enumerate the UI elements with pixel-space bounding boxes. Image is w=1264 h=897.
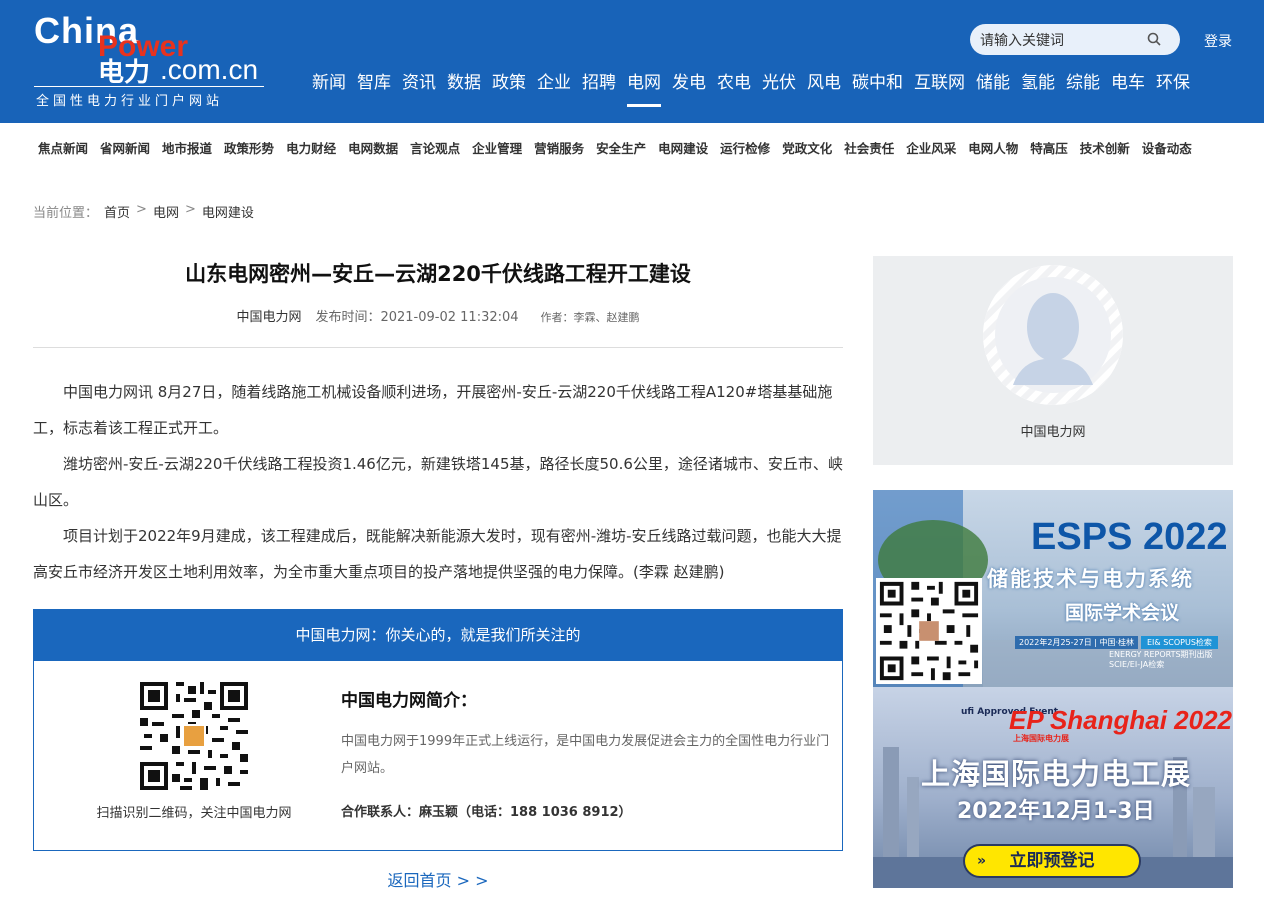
main-nav: 新闻 智库 资讯 数据 政策 企业 招聘 电网 发电 农电 光伏 风电 碳中和 … [312,68,1201,107]
nav-item-enterprise[interactable]: 企业 [537,68,571,98]
subnav-item-innovation[interactable]: 技术创新 [1080,138,1130,157]
nav-item-grid[interactable]: 电网 [627,68,661,107]
promo-box: 中国电力网：你关心的，就是我们所关注的 扫描识别二维码，关注中国电力网 中国电力… [33,609,843,851]
article-time: 发布时间：2021-09-02 11:32:04 [315,310,519,325]
banner-subtitle-2: 国际学术会议 [1065,602,1180,624]
subnav-item-corporate-style[interactable]: 企业风采 [906,138,956,157]
login-link[interactable]: 登录 [1204,31,1232,51]
card-name: 中国电力网 [1020,425,1086,440]
banner-subtitle: 储能技术与电力系统 [987,567,1194,591]
author-card: 中国电力网 [873,256,1233,465]
breadcrumb-section[interactable]: 电网 [153,202,179,221]
nav-item-news[interactable]: 新闻 [312,68,346,98]
ep-shanghai-banner[interactable]: ufi Approved Event EP Shanghai 2022 上海国际… [873,687,1233,888]
article-body: 中国电力网讯 8月27日，随着线路施工机械设备顺利进场，开展密州-安丘-云湖22… [33,374,843,590]
nav-item-internet[interactable]: 互联网 [914,68,965,98]
logo-tagline: 全国性电力行业门户网站 [36,94,224,109]
logo-domain-text: .com.cn [160,54,259,85]
article-title: 山东电网密州—安丘—云湖220千伏线路工程开工建设 [185,262,691,286]
breadcrumb-home[interactable]: 首页 [104,202,130,221]
banner-tag: EI& SCOPUS检索 [1141,636,1218,649]
nav-item-wind[interactable]: 风电 [807,68,841,98]
subnav-item-grid-construction[interactable]: 电网建设 [658,138,708,157]
nav-item-generation[interactable]: 发电 [672,68,706,98]
qr-caption: 扫描识别二维码，关注中国电力网 [96,806,292,821]
subnav-item-social-responsibility[interactable]: 社会责任 [844,138,894,157]
ep-shanghai-logo: EP Shanghai 2022 [1009,705,1233,735]
intro-title: 中国电力网简介： [341,691,477,711]
contact-info: 合作联系人：麻玉颖（电话：188 1036 8912） [341,805,632,820]
nav-item-rural-power[interactable]: 农电 [717,68,751,98]
back-home-link[interactable]: 返回首页 > > [33,867,843,891]
subnav-item-people[interactable]: 电网人物 [968,138,1018,157]
site-header: China Power 电力 .com.cn 全国性电力行业门户网站 新闻 智库… [0,0,1264,123]
subnav-item-party-culture[interactable]: 党政文化 [782,138,832,157]
nav-item-hydrogen[interactable]: 氢能 [1021,68,1055,98]
avatar [983,265,1123,405]
nav-item-storage[interactable]: 储能 [976,68,1010,98]
breadcrumb-separator: > [136,202,147,217]
banner-title: ESPS 2022 [1031,516,1228,558]
chevron-right-icon: » [977,853,987,869]
subnav-item-opinion[interactable]: 言论观点 [410,138,460,157]
subnav-item-focus[interactable]: 焦点新闻 [38,138,88,157]
search-icon[interactable] [1147,32,1161,46]
nav-item-solar[interactable]: 光伏 [762,68,796,98]
subnav-item-finance[interactable]: 电力财经 [286,138,336,157]
qr-code-icon [140,682,248,790]
subnav-item-city[interactable]: 地市报道 [162,138,212,157]
banner-date: 2022年2月25-27日 | 中国·桂林 [1015,636,1139,649]
nav-item-ev[interactable]: 电车 [1111,68,1145,98]
nav-item-jobs[interactable]: 招聘 [582,68,616,98]
sub-nav: 焦点新闻 省网新闻 地市报道 政策形势 电力财经 电网数据 言论观点 企业管理 … [38,138,1204,157]
breadcrumb-current[interactable]: 电网建设 [202,202,254,221]
preregister-button[interactable]: » 立即预登记 [963,844,1141,878]
article-author: 作者：李霖、赵建鹏 [540,311,640,324]
banner-title: 上海国际电力电工展 [921,757,1192,791]
subnav-item-marketing[interactable]: 营销服务 [534,138,584,157]
subnav-item-policy[interactable]: 政策形势 [224,138,274,157]
article-paragraph: 项目计划于2022年9月建成，该工程建成后，既能解决新能源大发时，现有密州-潍坊… [33,527,842,581]
promo-header: 中国电力网：你关心的，就是我们所关注的 [34,610,842,661]
site-logo[interactable]: China Power 电力 .com.cn 全国性电力行业门户网站 [34,10,274,110]
nav-item-data[interactable]: 数据 [447,68,481,98]
nav-item-policy[interactable]: 政策 [492,68,526,98]
esps-banner[interactable]: ESPS 2022 储能技术与电力系统 国际学术会议 2022年2月25-27日… [873,490,1233,687]
logo-divider [34,86,264,87]
subnav-item-management[interactable]: 企业管理 [472,138,522,157]
preregister-button-label: 立即预登记 [1009,851,1095,871]
breadcrumb-separator: > [184,202,196,217]
article-source: 中国电力网 [236,310,302,325]
search-input[interactable] [980,29,1140,50]
nav-item-integrated-energy[interactable]: 综能 [1066,68,1100,98]
subnav-item-uhv[interactable]: 特高压 [1030,138,1068,157]
subnav-item-safety[interactable]: 安全生产 [596,138,646,157]
logo-dian-text: 电力 [98,58,151,88]
subnav-item-maintenance[interactable]: 运行检修 [720,138,770,157]
ep-shanghai-logo-cn: 上海国际电力展 [1013,734,1069,743]
article-paragraph: 中国电力网讯 8月27日，随着线路施工机械设备顺利进场，开展密州-安丘-云湖22… [33,383,833,437]
subnav-item-provincial[interactable]: 省网新闻 [100,138,150,157]
article-meta: 中国电力网 发布时间：2021-09-02 11:32:04 作者：李霖、赵建鹏 [33,306,843,325]
banner-qr-code-icon [876,578,982,684]
subnav-item-grid-data[interactable]: 电网数据 [348,138,398,157]
banner-note: ENERGY REPORTS期刊出版 SCIE/EI-JA检索 [1109,650,1213,669]
nav-item-think-tank[interactable]: 智库 [357,68,391,98]
subnav-item-equipment[interactable]: 设备动态 [1142,138,1192,157]
nav-item-environment[interactable]: 环保 [1156,68,1190,98]
nav-item-info[interactable]: 资讯 [402,68,436,98]
intro-text: 中国电力网于1999年正式上线运行，是中国电力发展促进会主力的全国性电力行业门户… [341,734,830,776]
nav-item-carbon-neutral[interactable]: 碳中和 [852,68,903,98]
breadcrumb-prefix: 当前位置： [33,206,99,221]
article-paragraph: 潍坊密州-安丘-云湖220千伏线路工程投资1.46亿元，新建铁塔145基，路径长… [33,455,843,509]
banner-date: 2022年12月1-3日 [957,799,1155,824]
search-box [970,24,1180,55]
breadcrumb: 当前位置： 首页 > 电网 > 电网建设 [33,202,260,221]
title-divider [33,347,843,348]
default-avatar-icon [983,265,1123,405]
